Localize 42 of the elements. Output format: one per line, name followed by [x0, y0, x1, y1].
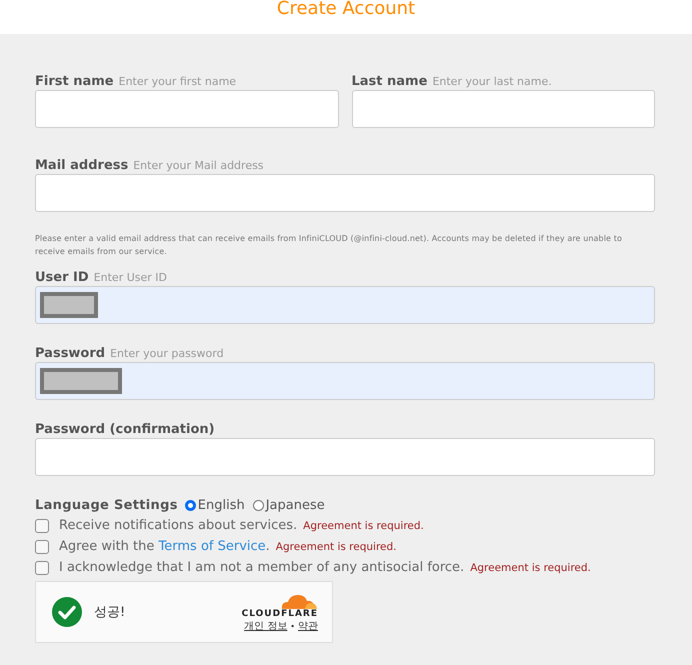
radio-button[interactable]	[252, 500, 264, 511]
brand-name: CLOUDFLARE	[242, 609, 318, 619]
field-hint: Enter your password	[110, 346, 224, 361]
field-label: User ID	[35, 270, 89, 285]
input-field[interactable]	[35, 286, 655, 324]
radio-label: English	[198, 498, 245, 513]
input-field[interactable]	[35, 174, 655, 212]
radio-option[interactable]: Japanese	[252, 498, 325, 513]
field-label: Mail address	[35, 158, 128, 173]
agreement-text: I acknowledge that I am not a member of any antisocial force.	[59, 560, 464, 575]
footer-link[interactable]: 개인 정보	[244, 619, 288, 633]
field-label: Password	[35, 346, 106, 361]
checkbox[interactable]	[35, 540, 49, 554]
input-field[interactable]	[35, 90, 338, 128]
field-hint: Enter your first name	[118, 74, 236, 89]
field-label: Last name	[352, 74, 428, 89]
separator-dot: •	[290, 622, 295, 630]
checkbox[interactable]	[35, 560, 49, 574]
field-label: First name	[35, 74, 114, 89]
checkbox[interactable]	[35, 518, 49, 532]
captcha-status: 성공!	[94, 604, 126, 621]
error-message: Agreement is required.	[470, 562, 591, 574]
field-hint: Enter User ID	[94, 270, 167, 285]
radio-button[interactable]	[184, 500, 196, 511]
footer-link[interactable]: 약관	[298, 619, 318, 633]
agreement-text: Agree with the Terms of Service.	[59, 539, 270, 554]
radio-option[interactable]: English	[184, 498, 245, 513]
field-label: Password (confirmation)	[35, 422, 215, 437]
error-message: Agreement is required.	[276, 540, 397, 552]
error-message: Agreement is required.	[303, 520, 424, 532]
input-field[interactable]	[35, 362, 655, 400]
help-text: Please enter a valid email address that can receive emails from InfiniCLOUD (@infini-cloud.net). Accounts may be deleted if they are unable to receive emails from our service.	[35, 233, 623, 258]
input-field[interactable]	[35, 438, 655, 476]
agreement-text: Receive notifications about services.	[59, 518, 298, 533]
page-title: Create Account	[276, 0, 416, 21]
redaction-mark	[40, 292, 98, 318]
success-check-icon	[52, 597, 82, 627]
setting-label: Language Settings	[35, 498, 178, 513]
field-hint: Enter your last name.	[432, 74, 552, 89]
input-field[interactable]	[352, 90, 655, 128]
radio-label: Japanese	[266, 498, 325, 513]
field-hint: Enter your Mail address	[133, 158, 264, 173]
